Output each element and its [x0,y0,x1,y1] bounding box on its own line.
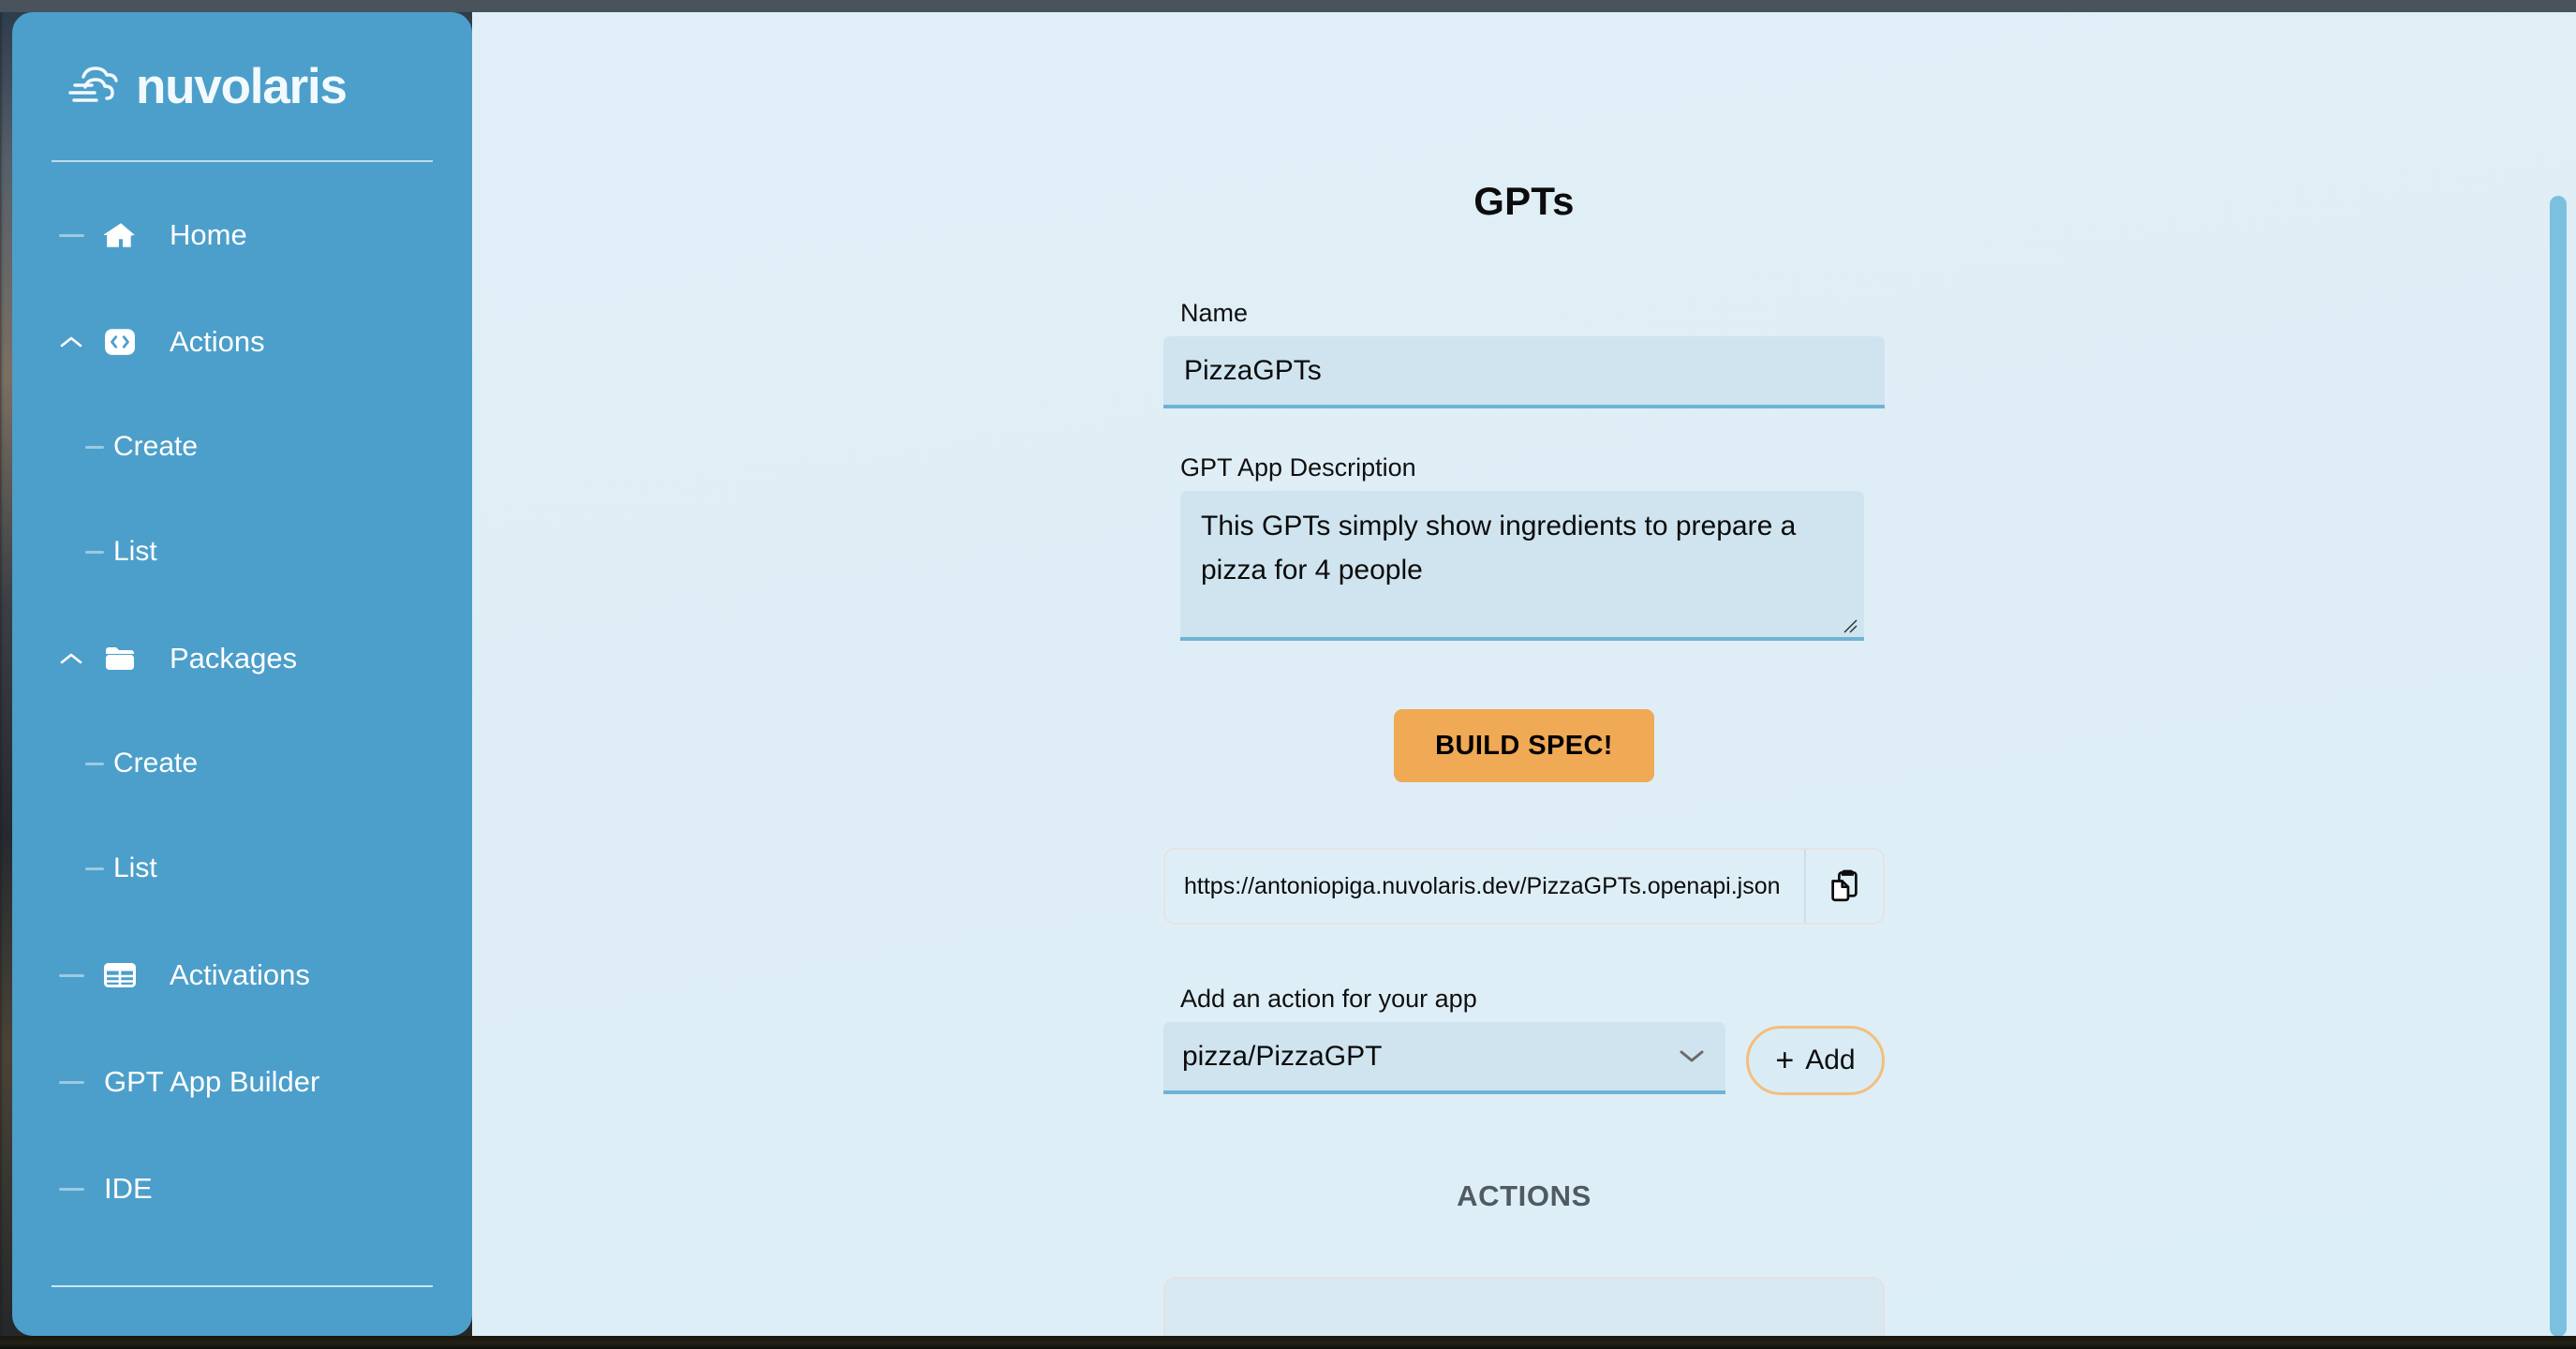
window-bottom-bar [0,1336,2576,1349]
brand-name: nuvolaris [136,58,348,114]
sidebar-item-label: Create [113,431,199,462]
clipboard-copy-icon [1828,868,1860,905]
copy-url-button[interactable] [1804,850,1883,923]
description-textarea[interactable]: This GPTs simply show ingredients to pre… [1180,491,1864,641]
sidebar-item-label: GPT App Builder [104,1065,320,1098]
chevron-up-icon[interactable] [46,334,104,349]
sidebar-item-packages-create[interactable]: Create [46,734,438,793]
brand-logo[interactable]: nuvolaris [46,12,438,160]
dash-icon [46,1187,104,1191]
sidebar-item-home[interactable]: Home [46,205,438,265]
spec-url-row: https://antoniopiga.nuvolaris.dev/PizzaG… [1163,848,1885,925]
sidebar-bottom-divider [52,1285,433,1287]
sidebar-item-actions-list[interactable]: List [46,522,438,582]
sidebar-item-label: List [113,852,157,883]
sidebar-item-activations[interactable]: Activations [46,945,438,1005]
action-card[interactable]: PIZZA/PIZZAGPT [1163,1277,1885,1336]
dash-icon [46,973,104,977]
sidebar-item-gpt-app-builder[interactable]: GPT App Builder [46,1052,438,1112]
sidebar-item-ide[interactable]: IDE [46,1159,438,1219]
application-window: nuvolaris Home Actions Create List Packa… [12,12,2576,1336]
add-action-label: Add an action for your app [1180,985,1477,1013]
sidebar-item-label: IDE [104,1172,153,1205]
dash-icon [46,550,104,554]
name-field-label: Name [1180,299,1249,327]
sidebar-nav: Home Actions Create List Packages Create… [46,162,438,1219]
spec-url-text: https://antoniopiga.nuvolaris.dev/PizzaG… [1184,872,1781,899]
actions-section-title: ACTIONS [1457,1179,1591,1212]
sidebar: nuvolaris Home Actions Create List Packa… [12,12,472,1336]
dash-icon [46,762,104,765]
gpt-form: Name [1163,299,1885,408]
page-scrollbar[interactable] [2550,196,2567,1336]
description-field-group: GPT App Description This GPTs simply sho… [1163,453,1885,645]
home-icon [104,219,170,251]
chevron-up-icon[interactable] [46,651,104,666]
code-brackets-icon [104,326,170,358]
page-title: GPTs [1473,179,1575,223]
sidebar-item-label: Activations [170,958,310,991]
dash-icon [46,233,104,237]
dash-icon [46,1080,104,1084]
description-field-label: GPT App Description [1180,453,1416,482]
add-action-button[interactable]: + Add [1746,1026,1885,1095]
sidebar-item-label: List [113,536,157,567]
name-input[interactable] [1163,336,1885,408]
dash-icon [46,867,104,870]
sidebar-item-packages-list[interactable]: List [46,838,438,898]
sidebar-item-actions[interactable]: Actions [46,312,438,372]
table-icon [104,963,170,987]
add-action-button-label: Add [1805,1045,1856,1075]
sidebar-item-label: Actions [170,325,265,358]
add-action-group: Add an action for your app pizza/PizzaGP… [1163,985,1885,1095]
sidebar-item-label: Create [113,748,199,778]
sidebar-item-packages[interactable]: Packages [46,629,438,689]
folder-icon [104,645,170,673]
main-content: GPTs Name GPT App Description This GPTs … [472,12,2576,1336]
sidebar-item-actions-create[interactable]: Create [46,417,438,477]
nuvolaris-cloud-logo-icon [63,61,130,111]
sidebar-item-label: Home [170,218,247,251]
window-titlebar [0,0,2576,12]
plus-icon: + [1775,1043,1795,1078]
sidebar-item-label: Packages [170,642,298,674]
dash-icon [46,445,104,449]
action-select[interactable]: pizza/PizzaGPT [1163,1022,1725,1094]
build-spec-button[interactable]: BUILD SPEC! [1394,709,1654,782]
